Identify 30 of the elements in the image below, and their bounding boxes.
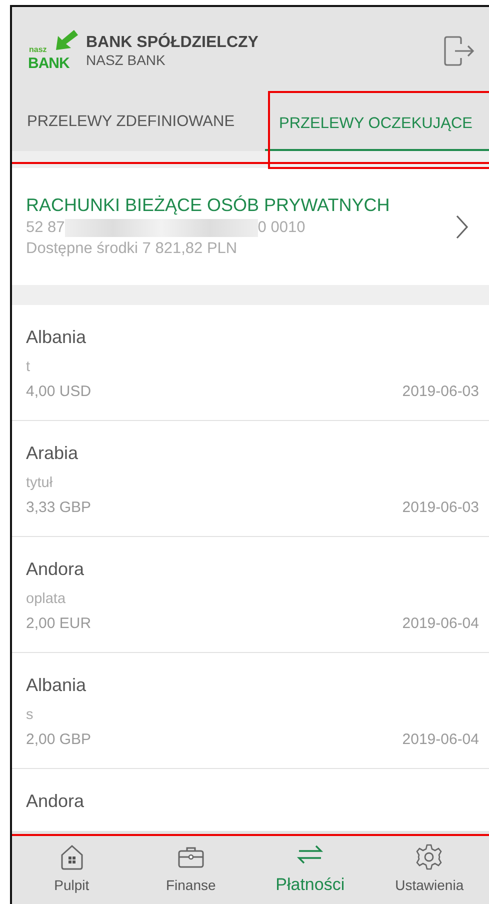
nav-item[interactable]: Finanse [131,831,250,904]
bank-name: BANK SPÓŁDZIELCZY [86,34,258,52]
available-balance: Dostępne środki 7 821,82 PLN [26,240,238,258]
account-number: 52 87 [26,219,65,237]
transfer-date: 2019-06-03 [402,383,479,400]
transfer-title: tytuł [26,475,54,493]
transfer-title: s [26,707,34,725]
recipient-name[interactable]: Albania [26,675,479,703]
nav-item[interactable]: Ustawienia [370,831,489,904]
transfer-title: t [26,359,32,377]
transfer-amount: 2,00 GBP [26,731,92,748]
transfer-date: 2019-06-04 [402,731,479,748]
transfer-date: 2019-06-04 [402,615,479,632]
nav-item[interactable]: Pulpit [12,831,132,904]
transfer-amount: 3,33 GBP [26,499,92,516]
transfer-title: oplata [26,591,67,609]
account-name: RACHUNKI BIEŻĄCE OSÓB PRYWATNYCH [26,195,391,216]
tab[interactable]: PRZELEWY ZDEFINIOWANE [12,95,265,151]
bank-subtitle: NASZ BANK [86,52,166,68]
recipient-name[interactable]: Albania [26,327,479,355]
logo-text: BANK [28,56,70,71]
transfer-amount: 2,00 EUR [26,615,92,632]
recipient-name[interactable]: Arabia [26,443,479,471]
logo-text: nasz [29,46,47,54]
tab[interactable]: PRZELEWY OCZEKUJĄCE [265,95,489,151]
recipient-name[interactable]: Andora [26,559,479,587]
transfer-date: 2019-06-03 [402,499,479,516]
transfer-amount: 4,00 USD [26,383,92,400]
account-number: 0 0010 [258,219,306,237]
nav-item[interactable]: Płatności [250,831,370,904]
